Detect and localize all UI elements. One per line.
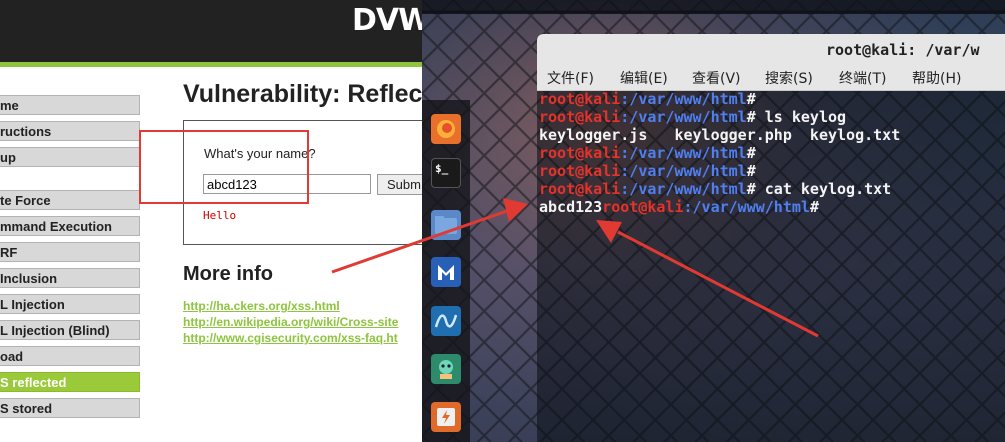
- terminal-output[interactable]: root@kali:/var/www/html# root@kali:/var/…: [539, 90, 1005, 216]
- keylog-output: abcd123: [539, 198, 603, 216]
- terminal-line: root@kali:/var/www/html#: [539, 90, 1005, 108]
- menu-item-file-inclusion[interactable]: Inclusion: [0, 268, 140, 288]
- menu-item-home[interactable]: me: [0, 95, 140, 115]
- prompt-symbol: #: [746, 180, 756, 198]
- submit-button[interactable]: Subm: [377, 174, 422, 195]
- menu-file[interactable]: 文件(F): [547, 68, 594, 88]
- menu-terminal[interactable]: 终端(T): [839, 68, 886, 88]
- prompt-user: root@kali: [602, 198, 684, 216]
- prompt-path: :/var/www/html: [683, 198, 810, 216]
- menu-view[interactable]: 查看(V): [692, 68, 741, 88]
- terminal-window[interactable]: root@kali: /var/w 文件(F) 编辑(E) 查看(V) 搜索(S…: [537, 34, 1005, 442]
- prompt-user: root@kali: [539, 162, 621, 180]
- page-title: Vulnerability: Reflec: [183, 80, 422, 108]
- dvwa-logo: DVWA: [352, 3, 422, 38]
- launcher-dock: $_: [422, 100, 470, 442]
- menu-item-upload[interactable]: oad: [0, 346, 140, 366]
- metasploit-icon[interactable]: [431, 257, 461, 287]
- menu-item-sql-injection[interactable]: L Injection: [0, 294, 140, 314]
- terminal-line: root@kali:/var/www/html# cat keylog.txt: [539, 180, 1005, 198]
- prompt-symbol: #: [746, 108, 756, 126]
- annotation-highlight-box: [139, 130, 309, 204]
- menu-item-sql-injection-blind[interactable]: L Injection (Blind): [0, 320, 140, 340]
- terminal-line: keylogger.js keylogger.php keylog.txt: [539, 126, 1005, 144]
- more-info-heading: More info: [183, 263, 273, 285]
- menu-edit[interactable]: 编辑(E): [620, 68, 668, 88]
- menu-item-xss-stored[interactable]: S stored: [0, 398, 140, 418]
- burpsuite-icon[interactable]: [431, 402, 461, 432]
- prompt-path: :/var/www/html: [620, 90, 747, 108]
- menu-item-instructions[interactable]: ructions: [0, 121, 140, 141]
- reflected-output: Hello: [203, 209, 237, 222]
- prompt-symbol: #: [746, 162, 756, 180]
- prompt-path: :/var/www/html: [620, 144, 747, 162]
- ls-output: keylogger.js keylogger.php keylog.txt: [539, 126, 901, 144]
- prompt-user: root@kali: [539, 180, 621, 198]
- terminal-line: root@kali:/var/www/html#: [539, 162, 1005, 180]
- terminal-line: root@kali:/var/www/html# ls keylog: [539, 108, 1005, 126]
- prompt-path: :/var/www/html: [620, 108, 747, 126]
- dvwa-header: DVWA: [0, 0, 422, 62]
- menu-item-xss-reflected[interactable]: S reflected: [0, 372, 140, 392]
- terminal-title: root@kali: /var/w: [826, 41, 980, 59]
- prompt-user: root@kali: [539, 90, 621, 108]
- terminal-menubar: 文件(F) 编辑(E) 查看(V) 搜索(S) 终端(T) 帮助(H): [537, 64, 1005, 91]
- command-cat: cat keylog.txt: [755, 180, 892, 198]
- dvwa-page: DVWA me ructions up te Force mmand Execu…: [0, 0, 422, 442]
- terminal-line: root@kali:/var/www/html#: [539, 144, 1005, 162]
- prompt-user: root@kali: [539, 144, 621, 162]
- prompt-symbol: #: [809, 198, 819, 216]
- prompt-symbol: #: [746, 144, 756, 162]
- terminal-titlebar[interactable]: root@kali: /var/w: [537, 34, 1005, 64]
- prompt-path: :/var/www/html: [620, 180, 747, 198]
- menu-search[interactable]: 搜索(S): [765, 68, 813, 88]
- link-ha-ckers[interactable]: http://ha.ckers.org/xss.html: [183, 299, 340, 313]
- terminal-line: abcd123root@kali:/var/www/html#: [539, 198, 1005, 216]
- link-cgisecurity[interactable]: http://www.cgisecurity.com/xss-faq.ht: [183, 331, 398, 345]
- prompt-path: :/var/www/html: [620, 162, 747, 180]
- prompt-symbol: #: [746, 90, 756, 108]
- menu-item-command-execution[interactable]: mmand Execution: [0, 216, 140, 236]
- menu-item-brute-force[interactable]: te Force: [0, 190, 140, 210]
- menu-help[interactable]: 帮助(H): [912, 68, 961, 88]
- files-icon[interactable]: [431, 210, 461, 240]
- command-ls: ls keylog: [755, 108, 847, 126]
- firefox-icon[interactable]: [431, 114, 461, 144]
- maltego-icon[interactable]: [431, 354, 461, 384]
- header-accent-bar: [0, 62, 422, 67]
- terminal-icon[interactable]: $_: [431, 158, 461, 188]
- menu-item-csrf[interactable]: RF: [0, 242, 140, 262]
- prompt-user: root@kali: [539, 108, 621, 126]
- menu-item-setup[interactable]: up: [0, 147, 140, 167]
- link-wikipedia[interactable]: http://en.wikipedia.org/wiki/Cross-site: [183, 315, 398, 329]
- armitage-icon[interactable]: [431, 306, 461, 336]
